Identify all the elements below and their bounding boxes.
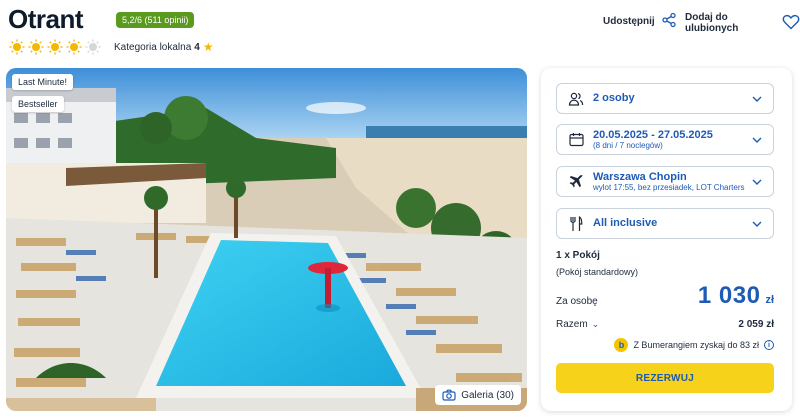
book-button[interactable]: REZERWUJ xyxy=(556,363,774,393)
calendar-icon xyxy=(567,131,585,149)
plane-icon xyxy=(567,173,585,191)
per-person-label: Za osobę xyxy=(556,296,598,307)
dates-duration: (8 dni / 7 noclegów) xyxy=(593,141,663,151)
dates-value: 20.05.2025 - 27.05.2025 xyxy=(593,128,713,141)
local-category: Kategoria lokalna 4 ★ xyxy=(114,40,214,54)
departure-select[interactable]: Warszawa Chopin wylot 17:55, bez przesia… xyxy=(556,166,774,197)
boomerang-logo-icon: b xyxy=(614,338,629,352)
hotel-title: Otrant xyxy=(8,4,84,34)
category-label: Kategoria lokalna xyxy=(114,41,192,53)
guests-select[interactable]: 2 osoby xyxy=(556,83,774,114)
room-type: (Pokój standardowy) xyxy=(556,267,639,277)
share-label: Udostępnij xyxy=(603,16,655,27)
booking-panel: 2 osoby 20.05.2025 - 27.05.2025 (8 dni /… xyxy=(541,68,792,411)
category-value: 4 xyxy=(194,41,200,53)
guests-value: 2 osoby xyxy=(593,92,635,105)
price-amount: 1 030 xyxy=(697,282,761,309)
add-to-favorites-button[interactable]: Dodaj do ulubionych xyxy=(685,12,800,34)
departure-airport: Warszawa Chopin xyxy=(593,170,687,183)
info-icon[interactable]: i xyxy=(764,340,774,350)
heart-icon xyxy=(782,14,800,33)
sun-empty-icon xyxy=(84,38,101,55)
chevron-down-icon: ⌄ xyxy=(591,319,600,329)
total-label: Razem xyxy=(556,319,588,330)
board-select[interactable]: All inclusive xyxy=(556,208,774,239)
sun-icon xyxy=(65,38,82,55)
departure-details: wylot 17:55, bez przesiadek, LOT Charter… xyxy=(593,183,745,193)
pool-resort-image xyxy=(6,68,527,411)
chevron-down-icon xyxy=(749,221,765,227)
total-toggle[interactable]: Razem ⌄ xyxy=(556,319,599,330)
gallery-label: Galeria (30) xyxy=(461,389,514,401)
share-icon xyxy=(661,12,677,31)
dates-select[interactable]: 20.05.2025 - 27.05.2025 (8 dni / 7 nocle… xyxy=(556,124,774,155)
room-count: 1 x Pokój xyxy=(556,250,600,261)
sun-icon xyxy=(8,38,25,55)
last-minute-tag: Last Minute! xyxy=(12,74,74,90)
gallery-button[interactable]: Galeria (30) xyxy=(435,385,521,405)
total-price: 2 059 zł xyxy=(738,319,774,330)
chevron-down-icon xyxy=(749,179,765,185)
share-button[interactable]: Udostępnij xyxy=(603,12,677,31)
rating-badge[interactable]: 5,2/6 (511 opinii) xyxy=(116,12,195,28)
camera-icon xyxy=(442,389,456,401)
user-icon xyxy=(567,90,585,108)
price-currency: zł xyxy=(765,294,774,306)
sun-icon xyxy=(46,38,63,55)
favorite-label: Dodaj do ulubionych xyxy=(685,12,739,34)
hotel-photo[interactable]: Last Minute! Bestseller Galeria (30) xyxy=(6,68,527,411)
chevron-down-icon xyxy=(749,137,765,143)
cutlery-icon xyxy=(567,215,585,233)
boomerang-text: Z Bumerangiem zyskaj do 83 zł xyxy=(633,340,759,350)
boomerang-promo: b Z Bumerangiem zyskaj do 83 zł i xyxy=(614,338,774,352)
price-per-person: 1 030 zł xyxy=(698,282,774,310)
bestseller-tag: Bestseller xyxy=(12,96,64,112)
sun-icon xyxy=(27,38,44,55)
star-icon: ★ xyxy=(202,40,214,54)
chevron-down-icon xyxy=(749,96,765,102)
board-value: All inclusive xyxy=(593,217,658,230)
sun-rating xyxy=(8,38,101,55)
